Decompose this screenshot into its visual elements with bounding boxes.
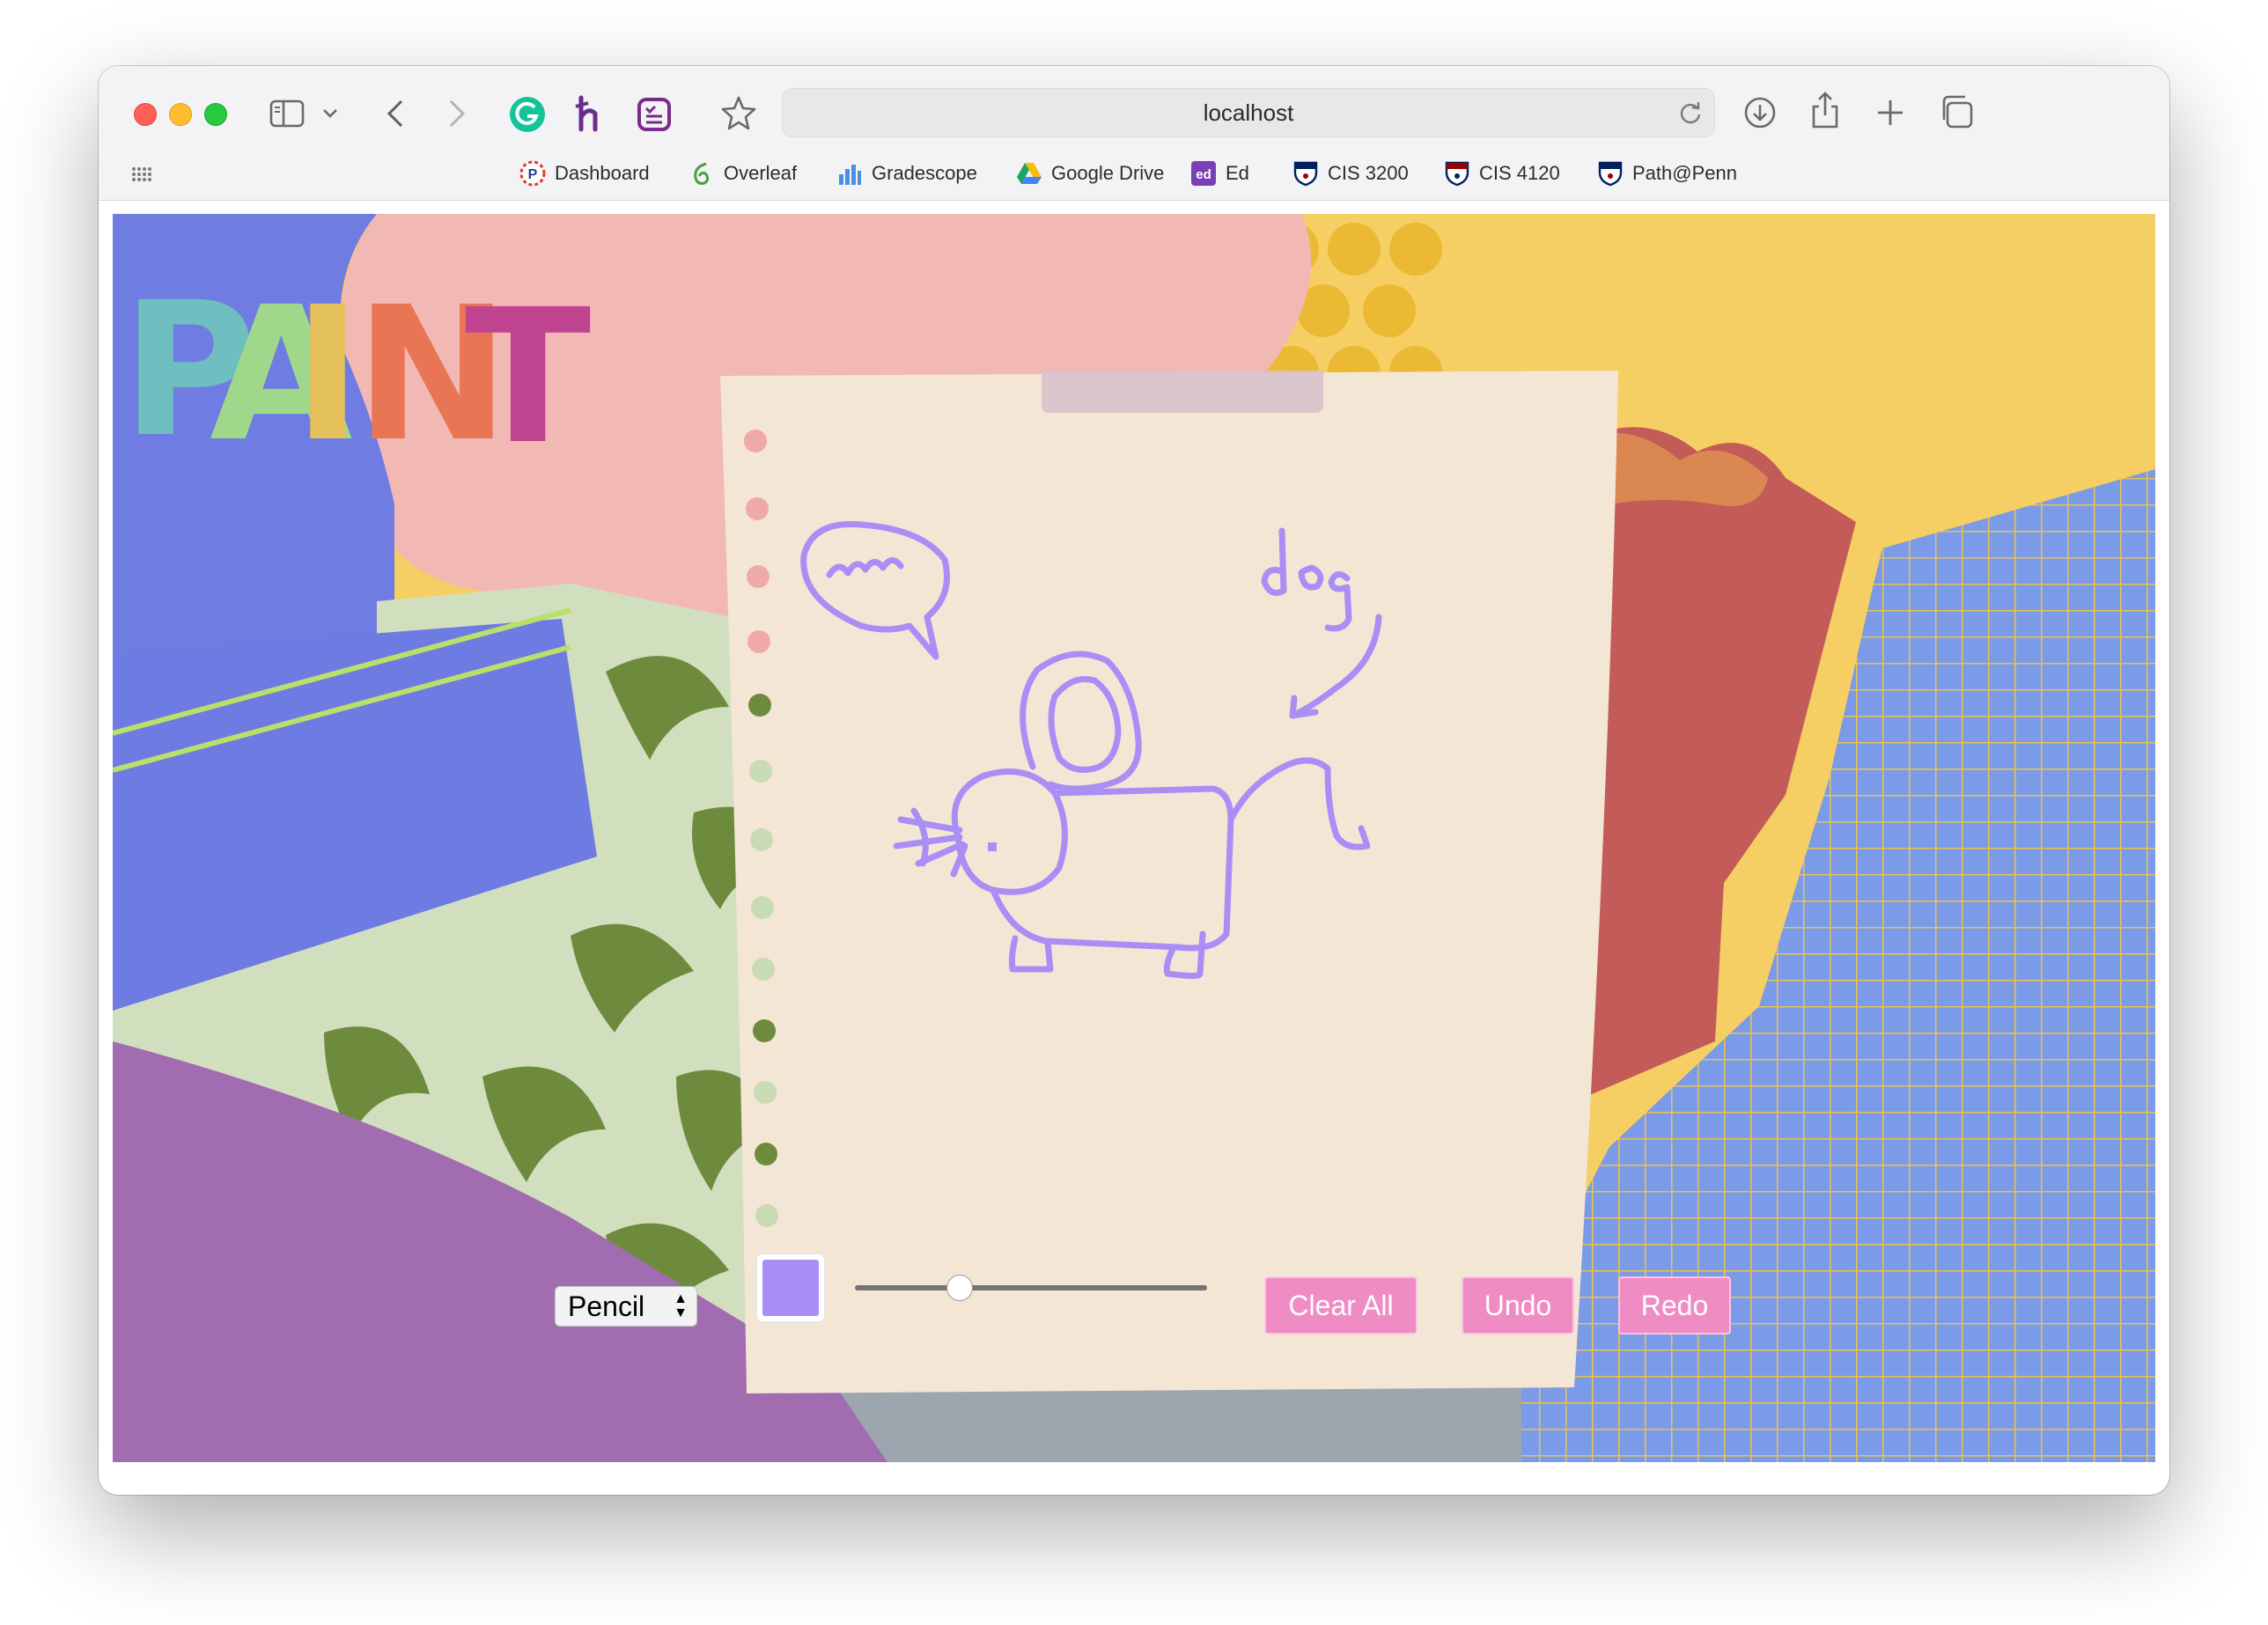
clear-all-button[interactable]: Clear All	[1264, 1276, 1418, 1335]
bookmark-cis-3200[interactable]: CIS 3200	[1292, 158, 1409, 189]
canvas-icon: P	[519, 160, 546, 187]
tab-overview-icon[interactable]	[1937, 92, 1976, 131]
svg-text:ed: ed	[1196, 167, 1211, 182]
address-bar[interactable]: localhost	[782, 88, 1715, 137]
penn-shield-icon	[1597, 160, 1624, 187]
apps-grid-icon[interactable]	[129, 161, 155, 188]
drawing-canvas[interactable]	[720, 371, 1618, 1393]
bookmark-label: CIS 4120	[1479, 162, 1560, 184]
bookmark-gradescope[interactable]: Gradescope	[836, 158, 977, 189]
bookmark-label: Gradescope	[872, 162, 977, 184]
select-arrows-icon: ▲ ▼	[674, 1291, 688, 1320]
color-picker[interactable]	[757, 1254, 824, 1321]
forward-icon[interactable]	[442, 94, 472, 133]
downloads-icon[interactable]	[1742, 94, 1778, 131]
back-icon[interactable]	[380, 94, 410, 133]
paint-logo: P A I N T	[122, 262, 591, 485]
bookmark-label: Dashboard	[555, 162, 650, 184]
drawing-eye	[988, 842, 997, 851]
bookmark-label: Google Drive	[1051, 162, 1165, 184]
bookmark-label: Overleaf	[724, 162, 798, 184]
bookmark-star-icon[interactable]	[718, 92, 759, 133]
address-text: localhost	[1203, 99, 1294, 126]
close-window-button[interactable]	[134, 103, 157, 126]
penn-shield-icon	[1444, 160, 1470, 187]
reload-icon[interactable]	[1677, 99, 1704, 126]
tool-select[interactable]: Pencil ▲ ▼	[555, 1286, 697, 1327]
logo-letter: T	[465, 269, 591, 485]
bookmark-google-drive[interactable]: Google Drive	[1016, 158, 1164, 189]
notes-extension-icon[interactable]	[634, 94, 674, 135]
minimize-window-button[interactable]	[169, 103, 192, 126]
honey-extension-icon[interactable]	[569, 92, 608, 135]
google-drive-icon	[1016, 160, 1042, 187]
grammarly-icon[interactable]	[507, 94, 548, 135]
tape-strip	[1042, 371, 1323, 413]
bookmarks-bar: P Dashboard Overleaf Gradescope Google D…	[99, 152, 2169, 196]
tool-select-value: Pencil	[568, 1290, 645, 1322]
browser-toolbar: localhost P Dashboard Overleaf Gradescop…	[99, 66, 2169, 201]
new-tab-icon[interactable]	[1872, 94, 1909, 131]
color-picker-swatch	[762, 1260, 819, 1316]
sidebar-icon[interactable]	[268, 96, 306, 131]
bookmark-path-at-penn[interactable]: Path@Penn	[1597, 158, 1737, 189]
ed-icon: ed	[1190, 160, 1217, 187]
paint-app: P A I N T Pencil ▲ ▼ Clear All Undo Redo	[113, 214, 2155, 1462]
share-icon[interactable]	[1807, 89, 1844, 131]
bookmark-cis-4120[interactable]: CIS 4120	[1444, 158, 1560, 189]
logo-letter: I	[293, 267, 362, 482]
slider-thumb[interactable]	[946, 1275, 973, 1301]
bookmark-overleaf[interactable]: Overleaf	[688, 158, 797, 189]
brush-size-slider[interactable]	[855, 1275, 1207, 1301]
bookmark-dashboard[interactable]: P Dashboard	[519, 158, 650, 189]
slider-track	[855, 1285, 1207, 1290]
bookmark-label: CIS 3200	[1328, 162, 1409, 184]
browser-window: localhost P Dashboard Overleaf Gradescop…	[99, 66, 2169, 1495]
overleaf-icon	[688, 160, 715, 187]
redo-button[interactable]: Redo	[1618, 1276, 1731, 1335]
gradescope-icon	[836, 160, 863, 187]
undo-button[interactable]: Undo	[1462, 1276, 1574, 1335]
bookmark-label: Path@Penn	[1632, 162, 1737, 184]
svg-text:P: P	[528, 167, 538, 182]
penn-shield-icon	[1292, 160, 1319, 187]
zoom-window-button[interactable]	[204, 103, 227, 126]
bookmark-ed[interactable]: ed Ed	[1190, 158, 1249, 189]
chevron-down-icon[interactable]	[320, 103, 340, 124]
bookmark-label: Ed	[1226, 162, 1249, 184]
